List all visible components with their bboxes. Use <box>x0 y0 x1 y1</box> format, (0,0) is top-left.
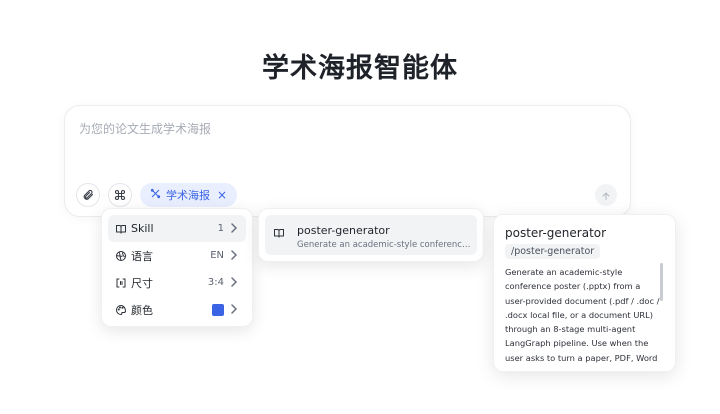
skill-submenu: poster-generator Generate an academic-st… <box>258 208 484 262</box>
aspect-ratio-icon <box>114 276 127 289</box>
menu-item-skill[interactable]: Skill 1 <box>108 215 246 242</box>
scrollbar[interactable] <box>660 263 663 301</box>
menu-item-label: 颜色 <box>131 303 153 317</box>
skill-name: poster-generator <box>297 224 390 237</box>
attach-button[interactable] <box>76 183 100 207</box>
skill-item-poster-generator[interactable]: poster-generator Generate an academic-st… <box>265 215 477 255</box>
page-title: 学术海报智能体 <box>262 53 458 84</box>
chevron-right-icon <box>230 277 238 290</box>
arrow-up-icon <box>601 186 611 205</box>
sparkle-icon <box>150 188 161 202</box>
skill-detail-description: Generate an academic-style conference po… <box>505 267 660 363</box>
selected-agent-chip[interactable]: 学术海报 × <box>140 183 238 207</box>
menu-item-value: 3:4 <box>207 277 224 288</box>
menu-item-value: 1 <box>217 223 224 234</box>
command-button[interactable] <box>108 183 132 207</box>
menu-item-label: Skill <box>131 222 154 235</box>
prompt-input[interactable]: 为您的论文生成学术海报 <box>79 120 211 137</box>
skill-detail-card: poster-generator /poster-generator Gener… <box>493 214 676 372</box>
send-button[interactable] <box>595 184 617 206</box>
menu-item-language[interactable]: 语言 EN <box>108 242 246 269</box>
chevron-right-icon <box>230 223 238 236</box>
menu-item-value: EN <box>210 250 224 261</box>
skill-detail-name: poster-generator <box>505 226 607 240</box>
palette-icon <box>114 303 127 316</box>
prompt-input-card[interactable]: 为您的论文生成学术海报 学术海报 × <box>64 105 631 217</box>
command-icon <box>114 186 126 205</box>
options-menu: Skill 1 语言 EN 尺寸 3:4 颜色 <box>101 208 253 327</box>
chevron-right-icon <box>230 250 238 263</box>
chevron-right-icon <box>230 304 238 317</box>
globe-icon <box>114 249 127 262</box>
menu-item-label: 尺寸 <box>131 276 153 290</box>
skill-detail-slug: /poster-generator <box>505 244 601 259</box>
skill-description: Generate an academic-style conference po… <box>297 240 475 250</box>
book-icon <box>114 222 127 235</box>
close-icon[interactable]: × <box>217 188 227 202</box>
book-icon <box>273 224 285 243</box>
paperclip-icon <box>82 186 94 205</box>
color-swatch <box>212 303 224 316</box>
chip-label: 学术海报 <box>166 189 210 202</box>
menu-item-size[interactable]: 尺寸 3:4 <box>108 269 246 296</box>
menu-item-color[interactable]: 颜色 <box>108 296 246 323</box>
menu-item-label: 语言 <box>131 249 153 263</box>
